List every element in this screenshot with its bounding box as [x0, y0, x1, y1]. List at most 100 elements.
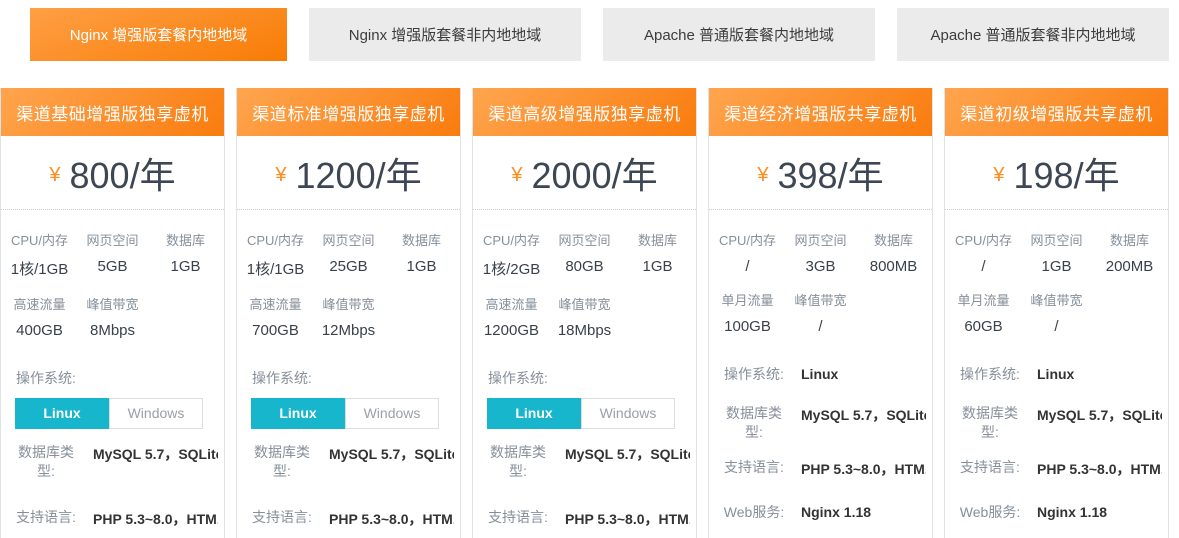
plan-price: ¥ 800/年 — [1, 136, 224, 209]
spec-label: 网页空间 — [548, 230, 621, 249]
spec-value: 25GB — [312, 258, 385, 275]
tab-apache-standard-nonmainland[interactable]: Apache 普通版套餐非内地地域 — [897, 8, 1169, 61]
language-row: 支持语言:PHP 5.3~8.0，HTM... — [11, 508, 218, 529]
price-amount: 398/年 — [778, 147, 884, 199]
plan-tabbar: Nginx 增强版套餐内地地域 Nginx 增强版套餐非内地地域 Apache … — [0, 0, 1179, 61]
yuan-symbol: ¥ — [511, 158, 522, 187]
spec-traffic: 单月流量60GB — [947, 290, 1020, 335]
os-label: 操作系统: — [483, 369, 553, 388]
price-amount: 2000/年 — [532, 147, 658, 199]
plan-details: 操作系统: LinuxWindows 数据库类型:MySQL 5.7，SQLit… — [237, 351, 460, 538]
spec-value: 1核/1GB — [3, 258, 76, 279]
os-option-windows[interactable]: Windows — [345, 398, 439, 429]
detail-label: 操作系统: — [719, 365, 789, 384]
spec-value: 1核/2GB — [475, 258, 548, 279]
spec-label: CPU/内存 — [3, 230, 76, 249]
spec-label: 高速流量 — [3, 294, 76, 313]
os-option-windows[interactable]: Windows — [109, 398, 203, 429]
os-option-linux[interactable]: Linux — [251, 398, 345, 429]
spec-cpu: CPU/内存/ — [711, 230, 784, 275]
detail-label: 支持语言: — [11, 508, 81, 527]
spec-label: CPU/内存 — [711, 230, 784, 249]
db-type-row: 数据库类型:MySQL 5.7，SQLite — [247, 443, 454, 481]
plan-card-entry: 渠道初级增强版共享虚机 ¥ 198/年 CPU/内存/ 网页空间1GB 数据库2… — [944, 88, 1169, 538]
tab-apache-standard-mainland[interactable]: Apache 普通版套餐内地地域 — [603, 8, 875, 61]
os-toggle: LinuxWindows — [251, 398, 454, 429]
spec-webspace: 网页空间5GB — [76, 230, 149, 279]
language-row: 支持语言:PHP 5.3~8.0，HTM... — [955, 458, 1162, 479]
db-type-row: 数据库类型:MySQL 5.7，SQLite — [483, 443, 690, 481]
spec-grid: CPU/内存/ 网页空间1GB 数据库200MB 单月流量60GB 峰值带宽/ — [945, 210, 1168, 347]
detail-label: 数据库类型: — [955, 404, 1025, 442]
spec-bandwidth: 峰值带宽12Mbps — [312, 294, 385, 339]
spec-label: 峰值带宽 — [312, 294, 385, 313]
detail-value: PHP 5.3~8.0，HTM... — [565, 508, 690, 529]
plan-price: ¥ 398/年 — [709, 136, 932, 209]
detail-value: MySQL 5.7，SQLite — [1037, 404, 1162, 425]
spec-grid: CPU/内存 1核/1GB 网页空间5GB 数据库1GB 高速流量400GB 峰值… — [1, 210, 224, 351]
os-label: 操作系统: — [11, 369, 81, 388]
yuan-symbol: ¥ — [993, 158, 1004, 187]
plan-title: 渠道高级增强版独享虚机 — [473, 88, 696, 136]
spec-value: 100GB — [711, 318, 784, 335]
detail-value: MySQL 5.7，SQLite — [93, 443, 218, 464]
spec-webspace: 网页空间1GB — [1020, 230, 1093, 275]
spec-value: 8Mbps — [76, 322, 149, 339]
os-option-linux[interactable]: Linux — [15, 398, 109, 429]
web-service-row: Web服务:Nginx 1.18 — [955, 503, 1162, 522]
detail-label: 数据库类型: — [719, 404, 789, 442]
plan-title: 渠道经济增强版共享虚机 — [709, 88, 932, 136]
os-row: 操作系统: — [11, 369, 218, 388]
spec-webspace: 网页空间80GB — [548, 230, 621, 279]
detail-value: Linux — [801, 365, 838, 382]
spec-value: 700GB — [239, 322, 312, 339]
detail-value: PHP 5.3~8.0，HTM... — [1037, 458, 1162, 479]
spec-label: 高速流量 — [239, 294, 312, 313]
spec-label: CPU/内存 — [239, 230, 312, 249]
os-option-linux[interactable]: Linux — [487, 398, 581, 429]
language-row: 支持语言:PHP 5.3~8.0，HTM... — [247, 508, 454, 529]
db-type-row: 数据库类型: MySQL 5.7，SQLite — [719, 404, 926, 442]
tab-nginx-enhanced-mainland[interactable]: Nginx 增强版套餐内地地域 — [30, 8, 287, 61]
spec-label: CPU/内存 — [475, 230, 548, 249]
plan-price: ¥ 198/年 — [945, 136, 1168, 209]
spec-label: 数据库 — [1093, 230, 1166, 249]
spec-value: / — [784, 318, 857, 335]
spec-label: 峰值带宽 — [1020, 290, 1093, 309]
spec-database: 数据库1GB — [149, 230, 222, 279]
spec-traffic: 高速流量400GB — [3, 294, 76, 339]
spec-database: 数据库1GB — [621, 230, 694, 279]
web-service-row: Web服务:Nginx 1.18 — [719, 503, 926, 522]
spec-label: 峰值带宽 — [784, 290, 857, 309]
spec-value: 3GB — [784, 258, 857, 275]
detail-value: MySQL 5.7，SQLite — [801, 404, 926, 425]
spec-value: / — [947, 258, 1020, 275]
tab-nginx-enhanced-nonmainland[interactable]: Nginx 增强版套餐非内地地域 — [309, 8, 581, 61]
spec-traffic: 单月流量 100GB — [711, 290, 784, 335]
spec-traffic: 高速流量1200GB — [475, 294, 548, 339]
detail-label: 支持语言: — [719, 458, 789, 477]
db-type-row: 数据库类型:MySQL 5.7，SQLite — [11, 443, 218, 481]
plan-card-list: 渠道基础增强版独享虚机 ¥ 800/年 CPU/内存 1核/1GB 网页空间5GB… — [0, 88, 1179, 538]
spec-label: 峰值带宽 — [548, 294, 621, 313]
detail-value: Linux — [1037, 365, 1074, 382]
spec-label: 网页空间 — [312, 230, 385, 249]
spec-value: 18Mbps — [548, 322, 621, 339]
plan-card-advanced: 渠道高级增强版独享虚机 ¥ 2000/年 CPU/内存 1核/2GB 网页空间80… — [472, 88, 697, 538]
spec-value: 60GB — [947, 318, 1020, 335]
os-row: 操作系统: — [483, 369, 690, 388]
detail-label: 操作系统: — [955, 365, 1025, 384]
plan-details: 操作系统: Linux 数据库类型: MySQL 5.7，SQLite 支持语言:P… — [945, 347, 1168, 538]
spec-bandwidth: 峰值带宽8Mbps — [76, 294, 149, 339]
spec-database: 数据库1GB — [385, 230, 458, 279]
detail-value: PHP 5.3~8.0，HTM... — [801, 458, 926, 479]
plan-title: 渠道基础增强版独享虚机 — [1, 88, 224, 136]
spec-cpu: CPU/内存 1核/2GB — [475, 230, 548, 279]
spec-database: 数据库200MB — [1093, 230, 1166, 275]
spec-label: 数据库 — [621, 230, 694, 249]
detail-value: MySQL 5.7，SQLite — [329, 443, 454, 464]
plan-card-economy: 渠道经济增强版共享虚机 ¥ 398/年 CPU/内存/ 网页空间3GB 数据库8… — [708, 88, 933, 538]
spec-label: 单月流量 — [711, 290, 784, 309]
plan-title: 渠道初级增强版共享虚机 — [945, 88, 1168, 136]
os-option-windows[interactable]: Windows — [581, 398, 675, 429]
